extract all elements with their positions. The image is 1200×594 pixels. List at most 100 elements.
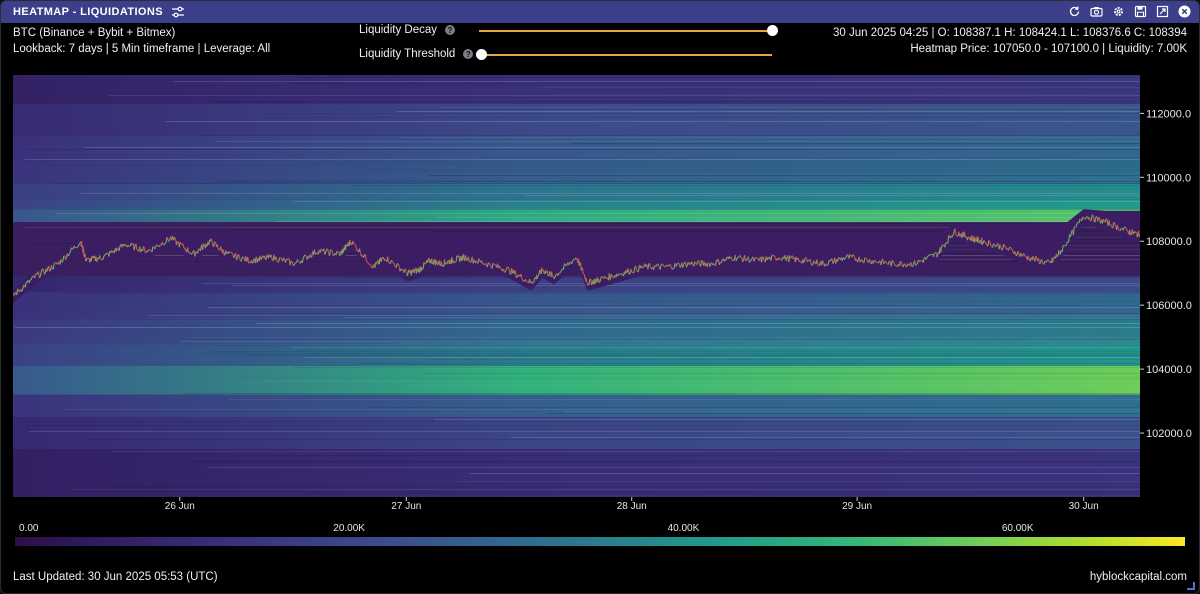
liquidity-streak — [198, 353, 1140, 354]
price-candle — [947, 237, 949, 244]
liquidity-streak — [282, 171, 1140, 172]
liquidity-streak — [103, 491, 1140, 492]
liquidity-band — [13, 209, 1140, 223]
liquidity-streak — [55, 213, 1140, 214]
price-candle — [572, 259, 575, 262]
price-candle — [492, 262, 495, 265]
price-candle — [217, 247, 220, 250]
liquidity-band — [13, 161, 1140, 184]
liquidity-streak — [266, 109, 1140, 110]
price-candle — [654, 265, 656, 267]
price-candle — [214, 241, 216, 243]
price-candle — [103, 254, 106, 257]
price-candle — [286, 258, 289, 261]
liquidity-streak — [551, 89, 1140, 90]
price-candle — [71, 248, 74, 250]
liquidity-streak — [571, 143, 1140, 144]
price-candle — [211, 239, 213, 244]
heatmap-chart[interactable]: 112000.0 110000.0 108000.0 106000.0 104000.0… — [1, 1, 1200, 594]
price-candle — [388, 262, 390, 264]
price-candle — [99, 255, 101, 258]
price-candle — [961, 233, 964, 238]
liquidity-streak — [152, 305, 1140, 306]
price-candle — [988, 240, 991, 242]
liquidity-streak — [399, 137, 1140, 138]
price-candle — [936, 253, 939, 258]
price-candle — [877, 261, 880, 264]
price-candle — [197, 250, 199, 254]
price-candle — [676, 262, 679, 265]
liquidity-streak — [63, 409, 1140, 410]
price-candle — [74, 246, 77, 249]
price-candle — [952, 231, 955, 235]
price-candle — [856, 260, 859, 263]
price-candle — [749, 259, 752, 262]
liquidity-streak — [293, 201, 1140, 202]
liquidity-streak — [292, 367, 1140, 368]
x-tick-label: 30 Jun — [1069, 501, 1099, 512]
liquidity-streak — [423, 373, 1140, 374]
price-candle — [660, 263, 663, 266]
price-candle — [336, 250, 339, 253]
liquidity-streak — [292, 347, 1140, 348]
price-candle — [136, 249, 139, 251]
price-candle — [176, 240, 179, 243]
heatmap-window: HEATMAP - LIQUIDATIONS BTC (Binance + By… — [0, 0, 1200, 594]
price-candle — [223, 253, 226, 256]
price-candle — [952, 234, 954, 237]
price-candle — [199, 247, 202, 252]
liquidity-streak — [155, 429, 1140, 430]
x-tick-label: 28 Jun — [617, 501, 647, 512]
liquidity-streak — [368, 407, 1140, 408]
liquidity-streak — [80, 193, 1140, 194]
liquidity-streak — [510, 437, 1140, 438]
scale-tick-label: 60.00K — [1001, 523, 1034, 534]
price-candle — [194, 252, 196, 257]
price-candle — [737, 256, 740, 258]
price-candle — [641, 266, 644, 269]
price-candle — [905, 265, 908, 268]
liquidity-streak — [343, 317, 1140, 318]
liquidity-streak — [351, 185, 1140, 186]
last-updated: Last Updated: 30 Jun 2025 05:53 (UTC) — [13, 571, 218, 583]
price-candle — [152, 245, 155, 248]
price-candle — [565, 264, 568, 267]
liquidity-band — [13, 183, 1140, 200]
price-candle — [88, 257, 90, 259]
price-candle — [1098, 216, 1100, 219]
price-candle — [772, 254, 775, 257]
brand-link[interactable]: hyblockcapital.com — [1090, 571, 1187, 583]
price-candle — [213, 241, 215, 247]
price-candle — [218, 248, 221, 251]
liquidity-streak — [231, 455, 1140, 456]
price-candle — [158, 245, 160, 248]
price-candle — [954, 228, 956, 232]
price-candle — [864, 257, 867, 259]
price-candle — [211, 243, 214, 247]
price-candle — [1039, 262, 1041, 265]
liquidity-streak — [293, 83, 1140, 84]
price-candle — [790, 256, 792, 259]
liquidity-streak — [165, 121, 1140, 122]
price-candle — [216, 244, 219, 248]
price-candle — [337, 251, 340, 254]
price-candle — [332, 254, 335, 257]
price-candle — [1004, 245, 1006, 248]
price-candle — [144, 251, 147, 254]
price-candle — [283, 257, 285, 260]
price-candle — [966, 237, 969, 241]
price-candle — [666, 264, 668, 267]
resize-handle[interactable] — [1187, 582, 1195, 590]
price-candle — [964, 232, 966, 238]
price-candle — [956, 235, 958, 237]
price-candle — [756, 257, 759, 260]
price-candle — [671, 267, 674, 270]
liquidity-streak — [407, 385, 1140, 386]
liquidity-streak — [29, 431, 1140, 432]
price-candle — [954, 231, 957, 236]
price-candle — [101, 258, 104, 261]
price-candle — [220, 246, 223, 250]
liquidity-streak — [259, 113, 1140, 114]
liquidity-streak — [523, 195, 1140, 196]
x-tick-label: 26 Jun — [165, 501, 195, 512]
